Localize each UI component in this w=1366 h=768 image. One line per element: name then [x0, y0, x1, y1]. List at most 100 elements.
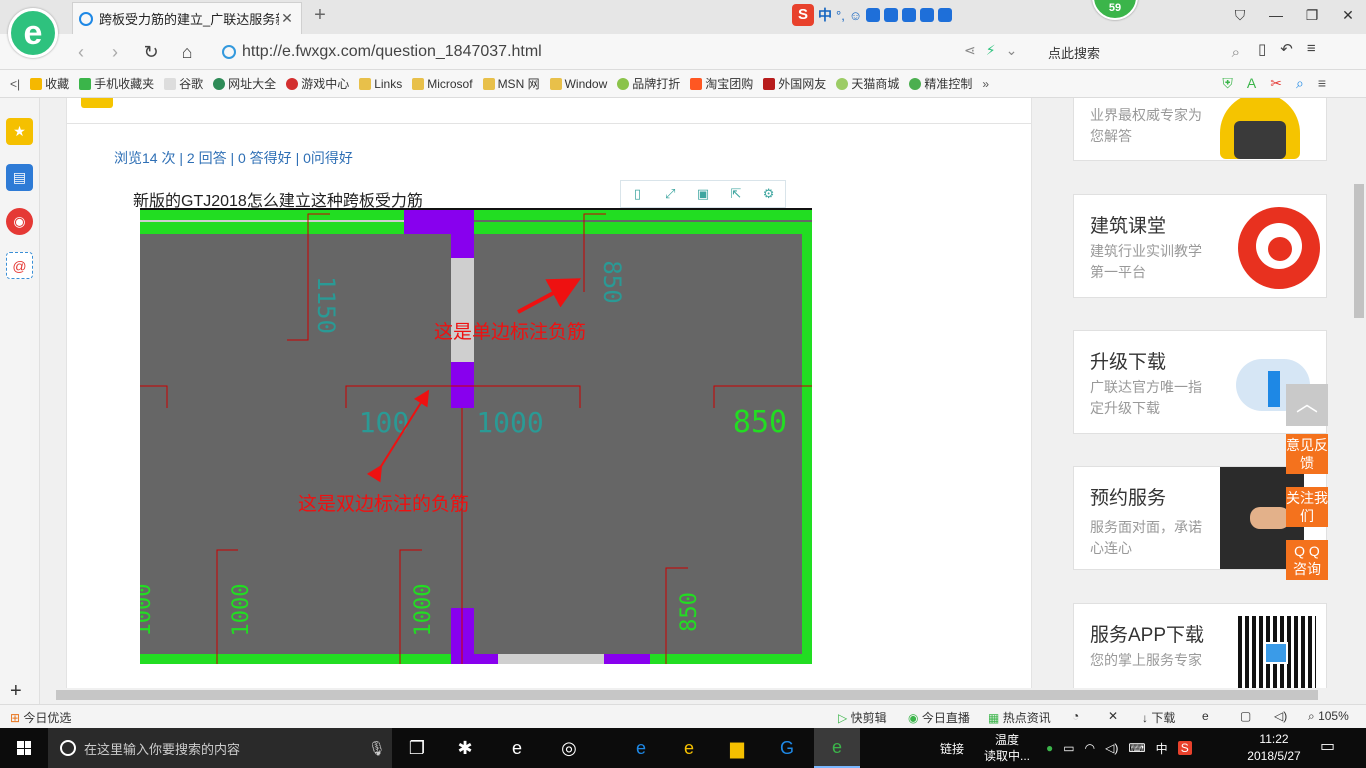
menu-lines-icon[interactable]: ≡: [1318, 75, 1326, 92]
back-button[interactable]: ‹: [68, 39, 94, 65]
add-sidebar-item-button[interactable]: +: [10, 680, 22, 703]
more-bookmarks-icon[interactable]: »: [982, 77, 989, 91]
minimize-button[interactable]: —: [1258, 0, 1294, 32]
menu-icon[interactable]: ≡: [1307, 40, 1316, 58]
email-icon[interactable]: @: [6, 252, 33, 279]
browser-logo-icon[interactable]: e: [8, 8, 58, 58]
feedback-button[interactable]: 意见反馈: [1286, 434, 1328, 474]
tab-active[interactable]: 跨板受力筋的建立_广联达服务新 ✕: [72, 2, 302, 34]
pin-icon[interactable]: ✕: [1108, 709, 1118, 723]
wifi-icon[interactable]: ◠: [1085, 741, 1095, 755]
links-toolbar[interactable]: 链接: [940, 740, 964, 757]
shirt-icon[interactable]: ⛉: [1222, 0, 1258, 32]
sound-icon[interactable]: ◁): [1274, 709, 1287, 723]
stats-views[interactable]: 浏览14 次: [114, 150, 175, 166]
keyboard-tray-icon[interactable]: ⌨: [1128, 741, 1145, 755]
bookmark-image-icon[interactable]: ▯: [629, 186, 645, 202]
url-text[interactable]: http://e.fwxgx.com/question_1847037.html: [242, 43, 542, 61]
bookmark-item[interactable]: 手机收藏夹: [79, 75, 154, 92]
tab-close-icon[interactable]: ✕: [279, 10, 295, 27]
quick-edit[interactable]: ▷ 快剪辑: [838, 709, 887, 726]
green-tray-icon[interactable]: ●: [1046, 741, 1053, 755]
taskbar-search-input[interactable]: 在这里输入你要搜索的内容: [84, 739, 368, 758]
follow-us-button[interactable]: 关注我们: [1286, 487, 1328, 527]
address-bar[interactable]: http://e.fwxgx.com/question_1847037.html: [222, 40, 1034, 64]
microphone-icon[interactable]: 🎙: [368, 740, 392, 757]
undo-icon[interactable]: ↶: [1280, 40, 1293, 58]
fullscreen-icon[interactable]: ⤢: [662, 186, 678, 202]
bookmark-item[interactable]: Microsof: [412, 77, 473, 91]
voice-icon[interactable]: [866, 8, 881, 22]
start-button[interactable]: [0, 728, 48, 768]
speed-icon[interactable]: ◔: [1072, 709, 1079, 723]
today-live[interactable]: ◉ 今日直播: [908, 709, 970, 726]
window-icon[interactable]: ▢: [1240, 709, 1251, 723]
task-view-icon[interactable]: ❐: [394, 728, 440, 768]
battery-icon[interactable]: ▭: [1063, 741, 1074, 755]
mobile-icon[interactable]: ▯: [1258, 40, 1266, 58]
weibo-icon[interactable]: ◉: [6, 208, 33, 235]
ime-tray[interactable]: 中: [1156, 740, 1168, 757]
bookmark-item[interactable]: 网址大全: [213, 75, 276, 92]
share-icon[interactable]: ⋖: [964, 42, 976, 59]
security-shield-icon[interactable]: ⛨: [1222, 75, 1233, 92]
settings-gear-icon[interactable]: ⚙: [761, 186, 777, 202]
bookmark-item[interactable]: Window: [549, 77, 607, 91]
skin-icon[interactable]: [920, 8, 935, 22]
new-tab-button[interactable]: +: [308, 4, 332, 28]
expert-card[interactable]: 业界最权威专家为您解答: [1073, 98, 1327, 161]
close-window-button[interactable]: ✕: [1330, 0, 1366, 32]
edge-browser-icon[interactable]: e: [618, 728, 664, 768]
sogou-logo-icon[interactable]: S: [792, 4, 814, 26]
hot-news[interactable]: ▦ 热点资讯: [988, 709, 1051, 726]
translate-icon[interactable]: A: [1247, 75, 1256, 92]
forward-button[interactable]: ›: [102, 39, 128, 65]
search-icon[interactable]: ⌕: [1232, 44, 1240, 61]
magnifier-icon[interactable]: ⌕: [1296, 75, 1304, 92]
browser-2345-icon[interactable]: e: [814, 728, 860, 768]
bookmark-item[interactable]: 谷歌: [164, 75, 203, 92]
bookmark-item[interactable]: 精准控制: [909, 75, 972, 92]
file-explorer-icon[interactable]: ▆: [714, 728, 760, 768]
settings-wrench-icon[interactable]: [938, 8, 953, 22]
bookmark-item[interactable]: MSN 网: [482, 75, 540, 92]
taskbar-search[interactable]: 在这里输入你要搜索的内容 🎙: [48, 728, 392, 768]
search-box[interactable]: 点此搜索 ⌕: [1040, 40, 1240, 64]
search-input[interactable]: 点此搜索: [1040, 43, 1232, 62]
favorites-star-icon[interactable]: ★: [6, 118, 33, 145]
home-button[interactable]: ⌂: [174, 39, 200, 65]
keyboard-icon[interactable]: [884, 8, 899, 22]
bookmark-item[interactable]: 收藏: [30, 75, 69, 92]
bookmark-item[interactable]: 外国网友: [763, 75, 826, 92]
action-center-icon[interactable]: ▭: [1320, 736, 1335, 756]
ie-mode-icon[interactable]: e: [1202, 709, 1209, 723]
share-image-icon[interactable]: ⇱: [728, 186, 744, 202]
download-status[interactable]: ↓ 下载: [1142, 709, 1175, 726]
bookmark-item[interactable]: Links: [359, 77, 402, 91]
restore-button[interactable]: ❐: [1294, 0, 1330, 32]
vertical-scrollbar[interactable]: [1352, 98, 1366, 688]
app-download-card[interactable]: 服务APP下载 您的掌上服务专家: [1073, 603, 1327, 688]
chrome-like-app-icon[interactable]: ◎: [546, 728, 592, 768]
bookmark-item[interactable]: 品牌打折: [617, 75, 680, 92]
pinwheel-app-icon[interactable]: ✱: [442, 728, 488, 768]
back-to-top-button[interactable]: ︿: [1286, 384, 1328, 426]
punctuation-icon[interactable]: °,: [836, 8, 845, 23]
qq-consult-button[interactable]: Q Q 咨询: [1286, 540, 1328, 580]
emoji-icon[interactable]: ☺: [849, 8, 862, 23]
stats-good-answers[interactable]: 0 答得好: [238, 150, 292, 166]
toolbox-icon[interactable]: [902, 8, 917, 22]
clock[interactable]: 11:22 2018/5/27: [1244, 731, 1304, 765]
bookmark-item[interactable]: 天猫商城: [836, 75, 899, 92]
temperature-widget[interactable]: 温度 读取中...: [984, 732, 1030, 764]
sogou-tray-icon[interactable]: S: [1177, 741, 1192, 755]
chevron-down-icon[interactable]: ⌄: [1006, 42, 1018, 59]
reading-list-icon[interactable]: ▤: [6, 164, 33, 191]
ie-icon[interactable]: e: [666, 728, 712, 768]
horizontal-scroll-thumb[interactable]: [56, 690, 1318, 700]
stats-answers[interactable]: 2 回答: [187, 150, 227, 166]
stats-good-questions[interactable]: 0问得好: [303, 150, 353, 166]
refresh-button[interactable]: ↻: [138, 39, 164, 65]
horizontal-scrollbar[interactable]: [40, 688, 1352, 702]
sidebar-toggle-icon[interactable]: <|: [10, 77, 20, 91]
